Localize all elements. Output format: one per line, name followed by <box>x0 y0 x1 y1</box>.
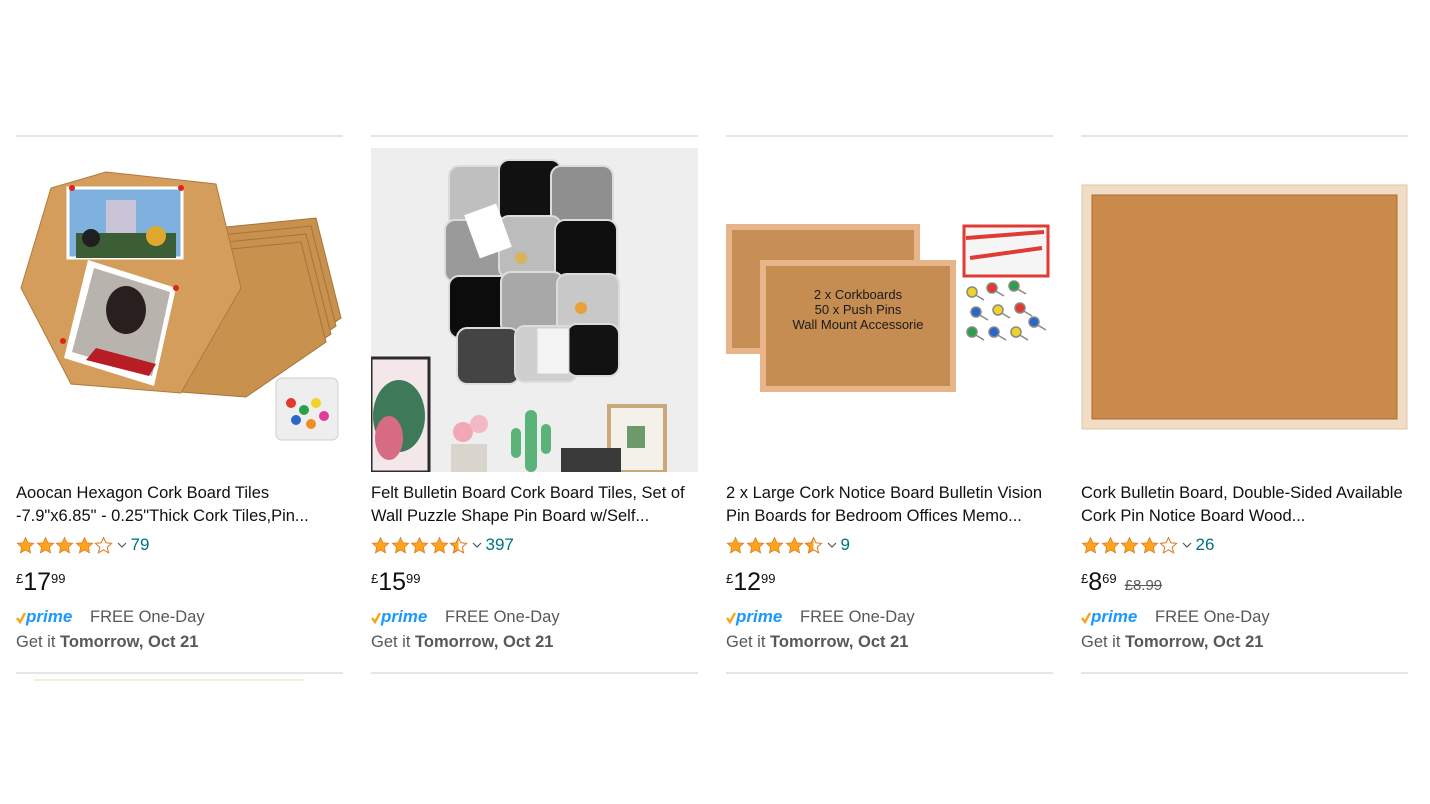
rating-row[interactable]: 79 <box>16 534 149 556</box>
delivery-label: FREE One-Day <box>800 607 915 626</box>
star-full-icon <box>55 536 74 554</box>
delivery-date-row: Get it Tomorrow, Oct 21 <box>16 633 198 652</box>
star-half-icon <box>804 535 823 554</box>
price-fraction: 99 <box>406 571 421 586</box>
chevron-down-icon[interactable] <box>117 540 127 550</box>
get-it-prefix: Get it <box>726 633 766 651</box>
product-image[interactable]: 2 x Corkboards 50 x Push Pins Wall Mount… <box>726 148 1053 472</box>
price[interactable]: £ 15 99 <box>371 567 421 597</box>
product-image[interactable] <box>1081 148 1408 472</box>
price-whole: 15 <box>378 568 407 596</box>
get-it-prefix: Get it <box>1081 633 1121 651</box>
price-whole: 12 <box>733 568 762 596</box>
product-card: Felt Bulletin Board Cork Board Tiles, Se… <box>371 135 698 674</box>
star-full-icon <box>390 536 410 554</box>
svg-text:prime: prime <box>1090 607 1137 626</box>
next-row-image-peek <box>34 679 304 681</box>
star-full-icon <box>429 536 449 554</box>
prime-delivery: prime FREE One-Day <box>726 607 915 627</box>
delivery-date: Tomorrow, Oct 21 <box>1125 633 1264 651</box>
star-full-icon <box>745 536 765 554</box>
product-image[interactable] <box>371 148 698 472</box>
star-full-icon <box>1139 536 1159 554</box>
prime-logo-icon: prime <box>1081 607 1137 626</box>
product-title[interactable]: 2 x Large Cork Notice Board Bulletin Vis… <box>726 482 1053 528</box>
delivery-label: FREE One-Day <box>445 607 560 626</box>
review-count[interactable]: 26 <box>1196 535 1215 555</box>
star-full-icon <box>1120 536 1139 554</box>
prime-delivery: prime FREE One-Day <box>371 607 560 627</box>
price-fraction: 99 <box>761 571 776 586</box>
star-rating[interactable] <box>16 535 114 555</box>
image-text-line: 2 x Corkboards <box>814 287 903 302</box>
price-fraction: 99 <box>51 571 66 586</box>
rating-row[interactable]: 397 <box>371 534 514 556</box>
review-count[interactable]: 9 <box>841 535 850 555</box>
star-full-icon <box>1081 536 1100 554</box>
prime-delivery: prime FREE One-Day <box>16 607 205 627</box>
review-count[interactable]: 397 <box>486 535 514 555</box>
star-full-icon <box>371 536 390 554</box>
price-currency: £ <box>16 571 24 586</box>
star-full-icon <box>35 536 55 554</box>
price-fraction: 69 <box>1102 571 1117 586</box>
star-empty-icon <box>1159 535 1178 554</box>
review-count[interactable]: 79 <box>131 535 150 555</box>
delivery-date-row: Get it Tomorrow, Oct 21 <box>1081 633 1263 652</box>
get-it-prefix: Get it <box>16 633 56 651</box>
rating-row[interactable]: 26 <box>1081 534 1214 556</box>
svg-text:prime: prime <box>25 607 72 626</box>
star-rating[interactable] <box>726 535 824 555</box>
svg-text:prime: prime <box>380 607 427 626</box>
product-card: 2 x Corkboards 50 x Push Pins Wall Mount… <box>726 135 1053 674</box>
star-full-icon <box>74 536 94 554</box>
star-full-icon <box>410 536 429 554</box>
star-full-icon <box>784 536 804 554</box>
price[interactable]: £ 12 99 <box>726 567 776 597</box>
price[interactable]: £ 8 69 £8.99 <box>1081 567 1162 597</box>
get-it-prefix: Get it <box>371 633 411 651</box>
list-price: £8.99 <box>1124 577 1163 594</box>
star-full-icon <box>726 536 745 554</box>
delivery-date-row: Get it Tomorrow, Oct 21 <box>371 633 553 652</box>
star-full-icon <box>1100 536 1120 554</box>
product-title[interactable]: Felt Bulletin Board Cork Board Tiles, Se… <box>371 482 698 528</box>
delivery-label: FREE One-Day <box>90 607 205 626</box>
price-currency: £ <box>371 571 379 586</box>
star-rating[interactable] <box>371 535 469 555</box>
image-text-line: Wall Mount Accessorie <box>792 317 923 332</box>
star-half-icon <box>449 535 468 554</box>
chevron-down-icon[interactable] <box>472 540 482 550</box>
svg-text:prime: prime <box>735 607 782 626</box>
price-whole: 8 <box>1088 568 1103 596</box>
delivery-date: Tomorrow, Oct 21 <box>415 633 554 651</box>
product-card: Aoocan Hexagon Cork Board Tiles -7.9"x6.… <box>16 135 343 674</box>
chevron-down-icon[interactable] <box>827 540 837 550</box>
delivery-date-row: Get it Tomorrow, Oct 21 <box>726 633 908 652</box>
rating-row[interactable]: 9 <box>726 534 850 556</box>
price[interactable]: £ 17 99 <box>16 567 66 597</box>
price-currency: £ <box>726 571 734 586</box>
image-text-line: 50 x Push Pins <box>815 302 902 317</box>
product-image[interactable] <box>16 148 343 472</box>
prime-logo-icon: prime <box>371 607 427 626</box>
star-rating[interactable] <box>1081 535 1179 555</box>
price-currency: £ <box>1081 571 1089 586</box>
product-title[interactable]: Cork Bulletin Board, Double-Sided Availa… <box>1081 482 1408 528</box>
delivery-date: Tomorrow, Oct 21 <box>60 633 199 651</box>
prime-delivery: prime FREE One-Day <box>1081 607 1270 627</box>
chevron-down-icon[interactable] <box>1182 540 1192 550</box>
product-title[interactable]: Aoocan Hexagon Cork Board Tiles -7.9"x6.… <box>16 482 343 528</box>
delivery-date: Tomorrow, Oct 21 <box>770 633 909 651</box>
delivery-label: FREE One-Day <box>1155 607 1270 626</box>
prime-logo-icon: prime <box>16 607 72 626</box>
star-full-icon <box>16 536 35 554</box>
star-full-icon <box>765 536 784 554</box>
product-card: Cork Bulletin Board, Double-Sided Availa… <box>1081 135 1408 674</box>
prime-logo-icon: prime <box>726 607 782 626</box>
price-whole: 17 <box>23 568 52 596</box>
star-empty-icon <box>94 535 113 554</box>
